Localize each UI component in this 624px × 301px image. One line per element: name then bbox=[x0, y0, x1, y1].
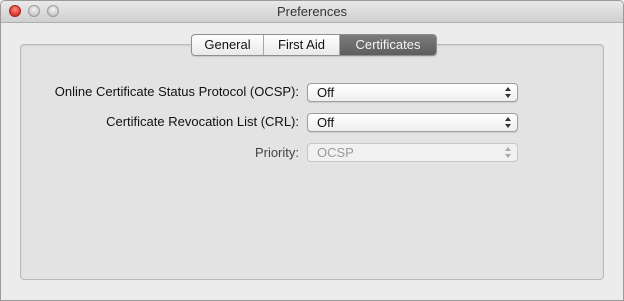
ocsp-popup[interactable]: Off bbox=[307, 83, 518, 102]
tab-first-aid[interactable]: First Aid bbox=[264, 35, 340, 55]
up-down-arrows-icon bbox=[505, 87, 511, 98]
crl-popup-value: Off bbox=[317, 115, 335, 130]
ocsp-popup-value: Off bbox=[317, 85, 335, 100]
tab-content-panel bbox=[20, 44, 604, 280]
crl-label: Certificate Revocation List (CRL): bbox=[106, 114, 299, 129]
priority-popup-value: OCSP bbox=[317, 145, 354, 160]
window-title: Preferences bbox=[276, 4, 348, 19]
priority-popup: OCSP bbox=[307, 143, 518, 162]
tab-certificates[interactable]: Certificates bbox=[340, 35, 436, 55]
tab-bar: General First Aid Certificates bbox=[191, 34, 437, 56]
ocsp-label: Online Certificate Status Protocol (OCSP… bbox=[54, 84, 299, 99]
tab-general[interactable]: General bbox=[192, 35, 264, 55]
preferences-window: Preferences General First Aid Certificat… bbox=[0, 0, 624, 301]
priority-label: Priority: bbox=[254, 145, 299, 160]
crl-popup[interactable]: Off bbox=[307, 113, 518, 132]
title-bar[interactable]: Preferences bbox=[1, 1, 623, 23]
up-down-arrows-icon bbox=[505, 117, 511, 128]
up-down-arrows-icon bbox=[505, 147, 511, 158]
